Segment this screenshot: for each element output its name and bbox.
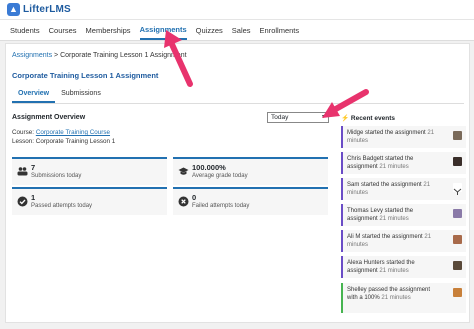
event-text: Midge started the assignment bbox=[347, 130, 426, 136]
nav-item-sales[interactable]: Sales bbox=[232, 20, 251, 40]
tab-overview[interactable]: Overview bbox=[12, 87, 56, 103]
stat-value: 0 bbox=[192, 193, 197, 202]
logo-text: LifterLMS bbox=[23, 4, 71, 15]
course-label: Course: bbox=[12, 129, 35, 136]
nav-item-quizzes[interactable]: Quizzes bbox=[196, 20, 223, 40]
date-range-value: Today bbox=[271, 114, 289, 121]
date-range-select[interactable]: Today ▼ bbox=[267, 112, 329, 123]
breadcrumb: Assignments > Corporate Training Lesson … bbox=[12, 52, 187, 59]
course-link[interactable]: Corporate Training Course bbox=[36, 129, 110, 136]
stat-value: 1 bbox=[31, 193, 36, 202]
breadcrumb-separator: > bbox=[54, 52, 59, 59]
breadcrumb-current: Corporate Training Lesson 1 Assignment bbox=[60, 52, 187, 59]
stat-card-passed: 1 Passed attempts today bbox=[12, 187, 167, 215]
nav-item-courses[interactable]: Courses bbox=[49, 20, 77, 40]
tab-bar: Overview Submissions bbox=[12, 87, 464, 104]
stat-card-average-grade: 100.000% Average grade today bbox=[173, 157, 328, 185]
nav-item-enrollments[interactable]: Enrollments bbox=[260, 20, 300, 40]
avatar bbox=[453, 131, 462, 140]
graduation-cap-icon bbox=[178, 166, 189, 177]
avatar bbox=[453, 209, 462, 218]
event-text: Sam started the assignment bbox=[347, 182, 422, 188]
users-icon bbox=[17, 166, 28, 177]
avatar bbox=[453, 157, 462, 166]
avatar bbox=[453, 261, 462, 270]
check-circle-icon bbox=[17, 196, 28, 207]
lesson-info: Lesson: Corporate Training Lesson 1 bbox=[12, 138, 116, 145]
page-title: Corporate Training Lesson 1 Assignment bbox=[12, 71, 159, 80]
recent-events-title: Recent events bbox=[350, 115, 395, 122]
event-item: Shelley passed the assignment with a 100… bbox=[341, 283, 466, 313]
overview-heading: Assignment Overview bbox=[12, 114, 86, 121]
x-circle-icon bbox=[178, 196, 189, 207]
event-time: 21 minutes bbox=[379, 268, 409, 274]
avatar bbox=[453, 235, 462, 244]
event-item: Midge started the assignment 21 minutes bbox=[341, 126, 466, 148]
main-nav: Students Courses Memberships Assignments… bbox=[0, 20, 474, 41]
chevron-down-icon: ▼ bbox=[321, 114, 326, 120]
bolt-icon: ⚡ bbox=[341, 115, 350, 122]
event-time: 21 minutes bbox=[381, 295, 411, 301]
lifter-logo-icon: ▲ bbox=[7, 3, 20, 16]
top-bar: ▲ LifterLMS bbox=[0, 0, 474, 20]
breadcrumb-root-link[interactable]: Assignments bbox=[12, 52, 52, 59]
event-item: Thomas Levy started the assignment 21 mi… bbox=[341, 204, 466, 226]
stat-label: Failed attempts today bbox=[192, 203, 250, 209]
stat-value: 7 bbox=[31, 163, 36, 172]
event-text: Ali M started the assignment bbox=[347, 234, 423, 240]
stat-label: Average grade today bbox=[192, 173, 248, 179]
event-time: 21 minutes bbox=[379, 216, 409, 222]
main-panel: Assignments > Corporate Training Lesson … bbox=[5, 43, 470, 323]
course-info: Course: Corporate Training Course bbox=[12, 129, 110, 136]
nav-item-assignments[interactable]: Assignments bbox=[139, 20, 187, 40]
recent-events-heading: ⚡ Recent events bbox=[341, 114, 395, 122]
stat-label: Submissions today bbox=[31, 173, 82, 179]
event-item: Ali M started the assignment 21 minutes bbox=[341, 230, 466, 252]
avatar bbox=[453, 183, 462, 195]
avatar bbox=[453, 288, 462, 297]
event-item: Chris Badgett started the assignment 21 … bbox=[341, 152, 466, 174]
event-item: Sam started the assignment 21 minutes bbox=[341, 178, 466, 200]
event-item: Alexa Hunters started the assignment 21 … bbox=[341, 256, 466, 278]
nav-item-students[interactable]: Students bbox=[10, 20, 40, 40]
stat-card-submissions: 7 Submissions today bbox=[12, 157, 167, 185]
stat-label: Passed attempts today bbox=[31, 203, 93, 209]
tab-submissions[interactable]: Submissions bbox=[55, 87, 107, 103]
nav-item-memberships[interactable]: Memberships bbox=[86, 20, 131, 40]
logo[interactable]: ▲ LifterLMS bbox=[7, 3, 71, 16]
event-time: 21 minutes bbox=[379, 164, 409, 170]
stat-card-failed: 0 Failed attempts today bbox=[173, 187, 328, 215]
stat-value: 100.000% bbox=[192, 163, 226, 172]
